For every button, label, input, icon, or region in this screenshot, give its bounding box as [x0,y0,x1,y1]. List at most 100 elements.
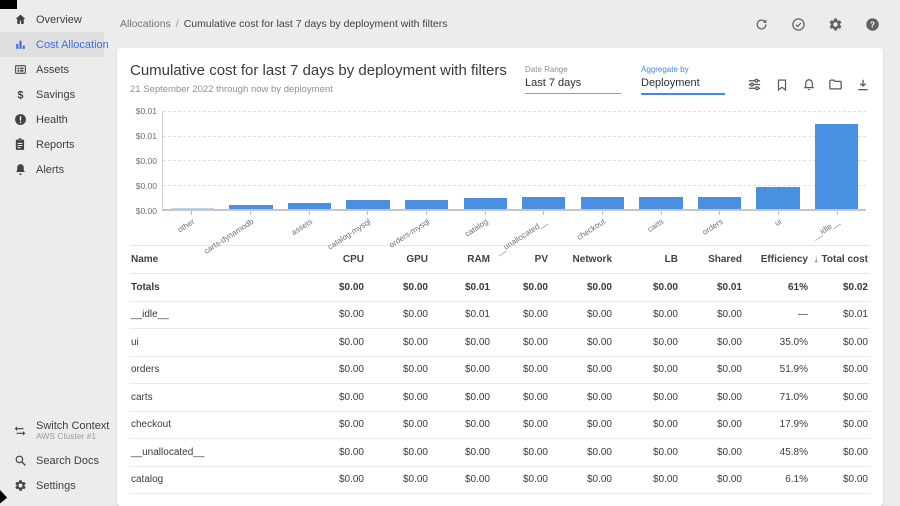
sidebar-item-reports[interactable]: Reports [0,132,104,157]
search-docs-button[interactable]: Search Docs [0,448,104,473]
search-docs-label: Search Docs [36,455,99,467]
cell-value: $0.00 [302,337,366,348]
cell-name: ui [130,337,302,348]
y-tick-label: $0.00 [136,181,157,191]
x-tick [837,211,838,215]
cell-value: $0.00 [810,419,870,430]
cell-value: $0.00 [492,364,550,375]
table-row-catalog[interactable]: catalog$0.00$0.00$0.00$0.00$0.00$0.00$0.… [130,467,870,495]
bar-catalog-mysql[interactable] [346,200,389,209]
sidebar-item-cost-allocation[interactable]: Cost Allocation [0,32,104,57]
column-header-lb[interactable]: LB [614,254,680,265]
table-row-orders[interactable]: orders$0.00$0.00$0.00$0.00$0.00$0.00$0.0… [130,357,870,385]
bar-other[interactable] [171,208,214,209]
column-header-ram[interactable]: RAM [430,254,492,265]
folder-icon[interactable] [828,77,843,92]
column-header-efficiency[interactable]: Efficiency [744,254,810,265]
x-slot: ui [749,211,808,245]
breadcrumb-section[interactable]: Allocations [120,18,171,30]
settings-button[interactable]: Settings [0,473,104,498]
cell-name: orders [130,364,302,375]
cell-value: $0.00 [302,447,366,458]
x-tick-label: other [176,217,196,234]
bar-carts[interactable] [639,197,682,209]
cell-value: $0.00 [366,392,430,403]
column-header-gpu[interactable]: GPU [366,254,430,265]
cell-value: $0.00 [430,392,492,403]
sidebar-item-savings[interactable]: $ Savings [0,82,104,107]
cell-value: 71.0% [744,392,810,403]
cell-value: 51.9% [744,364,810,375]
sidebar-item-health[interactable]: Health [0,107,104,132]
breadcrumb-separator: / [176,18,179,30]
bar-slot [573,111,632,209]
bar-slot [749,111,808,209]
date-range-select[interactable]: Date Range Last 7 days [525,65,621,94]
bar-catalog[interactable] [464,198,507,209]
cell-name: __idle__ [130,309,302,320]
page-title: Cumulative cost for last 7 days by deplo… [130,62,525,79]
aggregate-by-value[interactable]: Deployment [641,77,725,95]
x-tick [367,211,368,215]
help-icon[interactable]: ? [864,16,880,32]
column-header-total-cost[interactable]: ↓Total cost [810,254,870,265]
column-header-cpu[interactable]: CPU [302,254,366,265]
date-range-value[interactable]: Last 7 days [525,77,621,94]
x-tick [543,211,544,215]
gear-icon[interactable] [827,16,843,32]
cell-value: $0.00 [302,282,366,293]
download-icon[interactable] [855,77,870,92]
cell-value: 17.9% [744,419,810,430]
current-cluster-label: AWS Cluster #1 [36,432,109,442]
sidebar-item-label: Assets [36,64,69,76]
cell-value: 61% [744,282,810,293]
table-row-__idle__[interactable]: __idle__$0.00$0.00$0.01$0.00$0.00$0.00$0… [130,302,870,330]
bell-outline-icon[interactable] [801,77,816,92]
allocation-table: NameCPUGPURAMPVNetworkLBSharedEfficiency… [130,245,870,494]
x-slot: orders [690,211,749,245]
cell-value: $0.00 [492,392,550,403]
table-row-__unallocated__[interactable]: __unallocated__$0.00$0.00$0.00$0.00$0.00… [130,439,870,467]
column-header-name[interactable]: Name [130,254,302,265]
report-action-icons [747,77,870,92]
chart-y-axis: $0.01$0.01$0.00$0.00$0.00 [130,111,162,211]
switch-context-button[interactable]: Switch Context AWS Cluster #1 [0,414,104,448]
sidebar-item-label: Reports [36,139,75,151]
cell-value: $0.00 [680,309,744,320]
cell-value: $0.00 [680,447,744,458]
cell-value: $0.00 [614,392,680,403]
bar-__unallocated__[interactable] [522,197,565,209]
cell-value: $0.00 [430,337,492,348]
cell-value: $0.01 [680,282,744,293]
refresh-icon[interactable] [753,16,769,32]
bar-__idle__[interactable] [815,124,858,209]
bar-slot [514,111,573,209]
bar-orders[interactable] [698,197,741,209]
bar-orders-mysql[interactable] [405,200,448,209]
bar-checkout[interactable] [581,197,624,209]
bookmark-icon[interactable] [774,77,789,92]
table-row-checkout[interactable]: checkout$0.00$0.00$0.00$0.00$0.00$0.00$0… [130,412,870,440]
check-circle-icon[interactable] [790,16,806,32]
sidebar-item-assets[interactable]: Assets [0,57,104,82]
bar-ui[interactable] [756,187,799,209]
cell-value: $0.00 [492,447,550,458]
table-row-ui[interactable]: ui$0.00$0.00$0.00$0.00$0.00$0.00$0.0035.… [130,329,870,357]
sidebar-item-alerts[interactable]: Alerts [0,157,104,182]
cell-value: 45.8% [744,447,810,458]
assets-grid-icon [13,63,27,77]
tune-icon[interactable] [747,77,762,92]
cell-value: $0.00 [550,309,614,320]
x-slot: catalog-mysql [338,211,397,245]
sidebar-item-overview[interactable]: Overview [0,7,104,32]
cell-value: $0.00 [810,474,870,485]
table-row-carts[interactable]: carts$0.00$0.00$0.00$0.00$0.00$0.00$0.00… [130,384,870,412]
column-header-network[interactable]: Network [550,254,614,265]
aggregate-by-select[interactable]: Aggregate by Deployment [641,65,725,95]
x-tick-label: ui [773,217,783,228]
bar-assets[interactable] [288,203,331,209]
bar-carts-dynamodb[interactable] [229,205,272,209]
column-header-shared[interactable]: Shared [680,254,744,265]
cell-value: $0.00 [614,419,680,430]
cell-value: $0.00 [810,337,870,348]
